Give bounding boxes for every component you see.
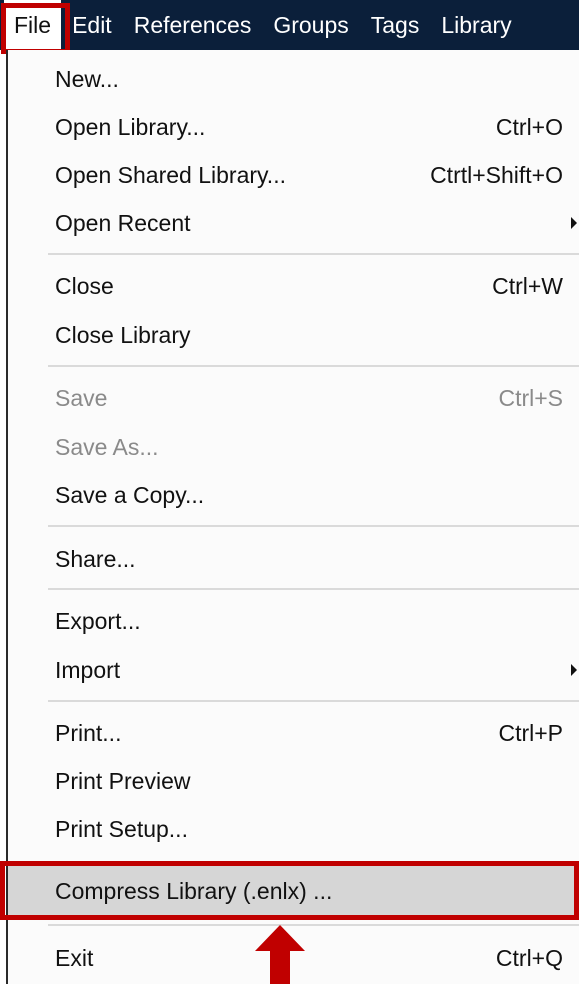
menu-item-new[interactable]: New... [8, 55, 579, 103]
menu-item-print-preview[interactable]: Print Preview [8, 757, 579, 805]
menu-item-open-shared-library[interactable]: Open Shared Library... Ctrtl+Shift+O [8, 151, 579, 199]
menu-item-export[interactable]: Export... [8, 597, 579, 645]
menu-separator [48, 525, 579, 527]
menu-item-label: Save a Copy... [55, 481, 205, 508]
menu-item-open-recent[interactable]: Open Recent [8, 199, 579, 247]
menu-item-label: Print Preview [55, 767, 191, 794]
menu-item-open-library[interactable]: Open Library... Ctrl+O [8, 103, 579, 151]
file-dropdown-menu: New... Open Library... Ctrl+O Open Share… [6, 50, 579, 984]
menu-tags[interactable]: Tags [360, 0, 431, 50]
menu-item-print[interactable]: Print... Ctrl+P [8, 709, 579, 757]
submenu-arrow-icon [571, 664, 577, 676]
menu-item-share[interactable]: Share... [8, 535, 579, 583]
menu-item-label: Import [55, 656, 121, 683]
menu-references[interactable]: References [123, 0, 263, 50]
menu-item-close-library[interactable]: Close Library [8, 311, 579, 359]
menu-item-label: Save As... [55, 433, 159, 460]
menu-item-save-a-copy[interactable]: Save a Copy... [8, 471, 579, 519]
menu-item-shortcut: Ctrl+W [492, 272, 563, 299]
menu-item-shortcut: Ctrl+S [498, 384, 563, 411]
menu-item-label: Close Library [55, 321, 191, 348]
menu-item-label: Open Shared Library... [55, 161, 286, 188]
menu-separator [48, 588, 579, 590]
arrow-up-icon [255, 925, 305, 984]
menu-edit[interactable]: Edit [61, 0, 123, 50]
menu-library[interactable]: Library [430, 0, 522, 50]
menu-separator [48, 253, 579, 255]
menu-file[interactable]: File [4, 0, 62, 50]
menu-item-print-setup[interactable]: Print Setup... [8, 805, 579, 853]
menu-item-label: Compress Library (.enlx) ... [55, 877, 333, 904]
menu-item-shortcut: Ctrl+O [495, 113, 563, 140]
menu-item-save: Save Ctrl+S [8, 374, 579, 422]
menu-item-shortcut: Ctrtl+Shift+O [430, 161, 563, 188]
menu-item-label: Print Setup... [55, 815, 188, 842]
menu-item-label: Share... [55, 545, 136, 572]
menu-item-label: Export... [55, 607, 141, 634]
menu-separator [48, 700, 579, 702]
menu-item-import[interactable]: Import [8, 646, 579, 694]
menu-item-save-as: Save As... [8, 423, 579, 471]
menu-item-label: Open Library... [55, 113, 206, 140]
menu-item-label: Print... [55, 719, 122, 746]
menu-groups[interactable]: Groups [262, 0, 359, 50]
menu-item-label: Save [55, 384, 108, 411]
menu-item-compress-library[interactable]: Compress Library (.enlx) ... [8, 866, 579, 916]
menu-item-label: Open Recent [55, 209, 191, 236]
menu-separator [48, 924, 579, 926]
menu-item-label: Exit [55, 944, 94, 971]
menu-bar: File Edit References Groups Tags Library [0, 0, 579, 50]
menu-item-shortcut: Ctrl+P [498, 719, 563, 746]
menu-item-shortcut: Ctrl+Q [495, 944, 563, 971]
menu-item-label: Close [55, 272, 114, 299]
menu-item-close[interactable]: Close Ctrl+W [8, 262, 579, 310]
menu-separator [48, 365, 579, 367]
menu-item-label: New... [55, 65, 119, 92]
submenu-arrow-icon [571, 217, 577, 229]
